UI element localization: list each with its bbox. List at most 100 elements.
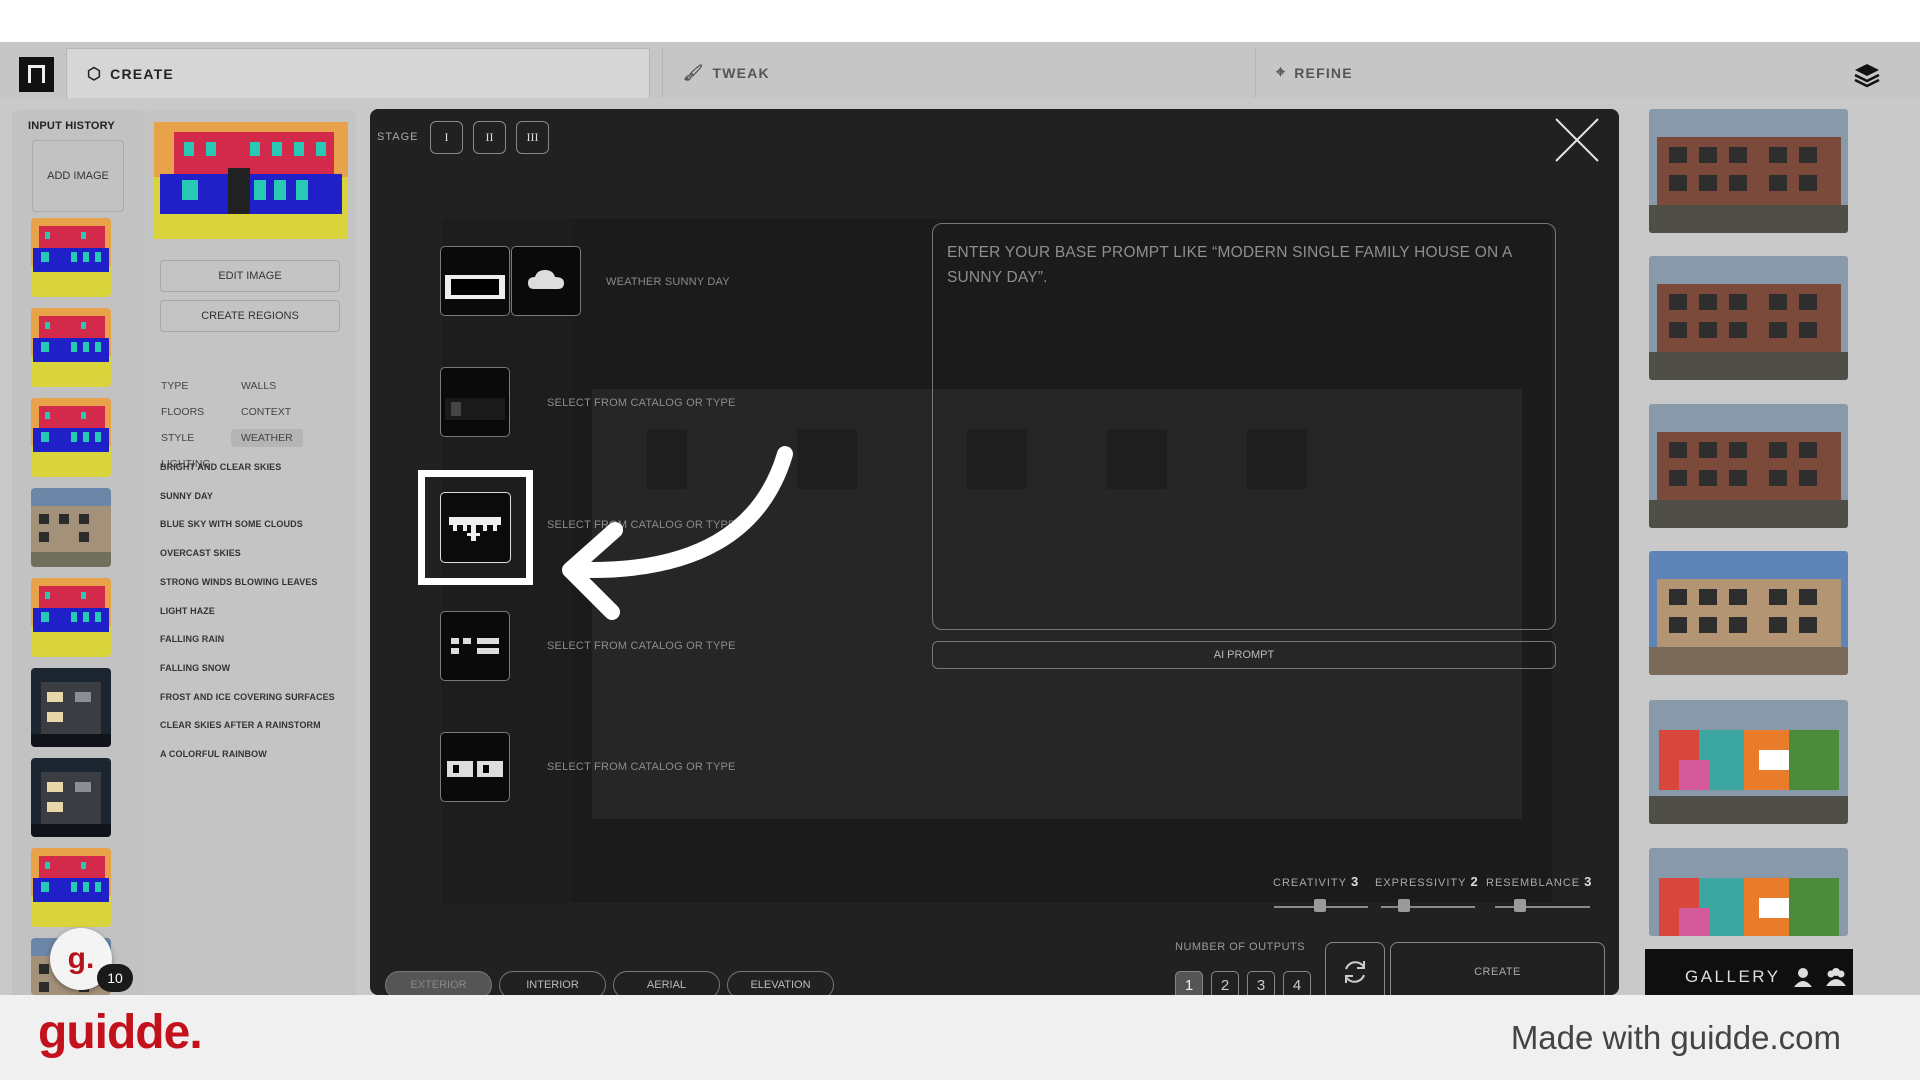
- mode-exterior-button[interactable]: EXTERIOR: [385, 971, 492, 995]
- expressivity-slider[interactable]: [1381, 906, 1475, 908]
- category-walls[interactable]: WALLS: [241, 380, 276, 392]
- history-thumbnail[interactable]: [31, 758, 111, 837]
- gallery-render[interactable]: [1649, 109, 1848, 233]
- ai-prompt-button[interactable]: AI PROMPT: [932, 641, 1556, 669]
- mode-interior-button[interactable]: INTERIOR: [499, 971, 606, 995]
- creativity-label-text: CREATIVITY: [1273, 877, 1347, 889]
- creativity-value: 3: [1350, 874, 1360, 889]
- expressivity-value: 2: [1470, 874, 1479, 889]
- history-thumbnail[interactable]: [31, 848, 111, 927]
- expressivity-label-text: EXPRESSIVITY: [1375, 877, 1467, 889]
- output-3-button[interactable]: 3: [1247, 971, 1275, 995]
- pointer-arrow-icon: [562, 446, 793, 620]
- expressivity-slider-knob[interactable]: [1398, 899, 1410, 912]
- gallery-button[interactable]: GALLERY: [1645, 949, 1853, 995]
- creativity-slider-knob[interactable]: [1314, 899, 1326, 912]
- history-thumbnail[interactable]: [31, 398, 111, 477]
- cloud-icon: [528, 270, 564, 289]
- output-1-button[interactable]: 1: [1175, 971, 1203, 995]
- weather-slot-label: WEATHER SUNNY DAY: [606, 276, 730, 288]
- footer-bar: guidde. Made with guidde.com: [0, 995, 1920, 1080]
- mode-elevation-button[interactable]: ELEVATION: [727, 971, 834, 995]
- users-icon: [1825, 967, 1846, 986]
- floors-thumb-icon: [451, 638, 499, 654]
- resemblance-slider-knob[interactable]: [1514, 899, 1526, 912]
- edit-image-button[interactable]: EDIT IMAGE: [160, 260, 340, 292]
- gallery-render[interactable]: [1649, 551, 1848, 675]
- base-prompt-input[interactable]: ENTER YOUR BASE PROMPT LIKE “MODERN SING…: [932, 223, 1556, 630]
- history-thumbnail[interactable]: [31, 218, 111, 297]
- weather-option[interactable]: OVERCAST SKIES: [160, 548, 241, 558]
- resemblance-label: RESEMBLANCE 3: [1486, 874, 1592, 889]
- history-thumbnail[interactable]: [31, 308, 111, 387]
- output-4-button[interactable]: 4: [1283, 971, 1311, 995]
- refresh-icon: [1345, 961, 1365, 983]
- floors-slot[interactable]: [440, 611, 510, 681]
- weather-slot[interactable]: [511, 246, 581, 316]
- made-with-text: Made with guidde.com: [1510, 1019, 1841, 1056]
- weather-option[interactable]: FROST AND ICE COVERING SURFACES: [160, 692, 335, 702]
- category-style[interactable]: STYLE: [161, 432, 194, 444]
- history-thumbnail[interactable]: [31, 488, 111, 567]
- app-logo[interactable]: [19, 57, 54, 92]
- gallery-label: GALLERY: [1685, 966, 1781, 986]
- stage-3-button[interactable]: III: [516, 121, 549, 154]
- refresh-button[interactable]: [1325, 942, 1385, 995]
- weather-option[interactable]: FALLING SNOW: [160, 663, 230, 673]
- add-image-button[interactable]: ADD IMAGE: [32, 140, 124, 212]
- weather-option[interactable]: BLUE SKY WITH SOME CLOUDS: [160, 519, 303, 529]
- cube-icon: ⬡: [87, 65, 103, 83]
- tab-refine-label: REFINE: [1294, 65, 1353, 81]
- create-button[interactable]: CREATE: [1390, 942, 1605, 995]
- crosshair-icon: ⌖: [1276, 64, 1287, 81]
- weather-option[interactable]: SUNNY DAY: [160, 491, 213, 501]
- gallery-render[interactable]: [1649, 848, 1848, 936]
- gallery-render[interactable]: [1649, 404, 1848, 528]
- stage-2-button[interactable]: II: [473, 121, 506, 154]
- stage-label: STAGE: [377, 131, 419, 143]
- close-icon[interactable]: [1553, 116, 1601, 164]
- style-thumb-icon: [447, 761, 503, 777]
- building-thumb-icon: [445, 275, 505, 299]
- weather-option[interactable]: BRIGHT AND CLEAR SKIES: [160, 462, 281, 472]
- guidde-logo[interactable]: guidde.: [38, 1005, 203, 1060]
- style-slot[interactable]: [440, 732, 510, 802]
- context-slot[interactable]: [440, 246, 510, 316]
- category-context[interactable]: CONTEXT: [241, 406, 291, 418]
- category-type[interactable]: TYPE: [161, 380, 188, 392]
- top-bar: ⬡ CREATE 🖌 TWEAK ⌖ REFINE: [0, 42, 1920, 98]
- category-weather[interactable]: WEATHER: [231, 429, 303, 447]
- input-history-title: INPUT HISTORY: [28, 120, 115, 132]
- weather-option[interactable]: FALLING RAIN: [160, 634, 224, 644]
- weather-option[interactable]: A COLORFUL RAINBOW: [160, 749, 267, 759]
- weather-option[interactable]: CLEAR SKIES AFTER A RAINSTORM: [160, 720, 321, 730]
- output-2-button[interactable]: 2: [1211, 971, 1239, 995]
- resemblance-slider[interactable]: [1495, 906, 1590, 908]
- weather-option[interactable]: LIGHT HAZE: [160, 606, 215, 616]
- user-icon: [1793, 967, 1812, 987]
- history-thumbnail[interactable]: [31, 668, 111, 747]
- category-floors[interactable]: FLOORS: [161, 406, 204, 418]
- creativity-label: CREATIVITY 3: [1273, 874, 1359, 889]
- gallery-render[interactable]: [1649, 700, 1848, 824]
- tab-tweak-label: TWEAK: [712, 65, 770, 81]
- selected-image-preview: [154, 122, 348, 239]
- tab-create-label: CREATE: [110, 65, 174, 82]
- highlighted-slot[interactable]: [440, 492, 511, 563]
- tab-refine[interactable]: ⌖ REFINE: [1255, 48, 1835, 98]
- walls-thumb-icon: [445, 398, 505, 420]
- layers-icon[interactable]: [1854, 62, 1880, 88]
- tab-create[interactable]: ⬡ CREATE: [66, 48, 650, 98]
- tab-tweak[interactable]: 🖌 TWEAK: [662, 48, 1242, 98]
- create-regions-button[interactable]: CREATE REGIONS: [160, 300, 340, 332]
- walls-slot[interactable]: [440, 367, 510, 437]
- weather-option[interactable]: STRONG WINDS BLOWING LEAVES: [160, 577, 318, 587]
- expressivity-label: EXPRESSIVITY 2: [1375, 874, 1479, 889]
- history-thumbnail[interactable]: [31, 578, 111, 657]
- mode-aerial-button[interactable]: AERIAL: [613, 971, 720, 995]
- resemblance-label-text: RESEMBLANCE: [1486, 877, 1581, 889]
- style-slot-label: SELECT FROM CATALOG OR TYPE: [547, 761, 736, 773]
- resemblance-value: 3: [1584, 874, 1593, 889]
- gallery-render[interactable]: [1649, 256, 1848, 380]
- stage-1-button[interactable]: I: [430, 121, 463, 154]
